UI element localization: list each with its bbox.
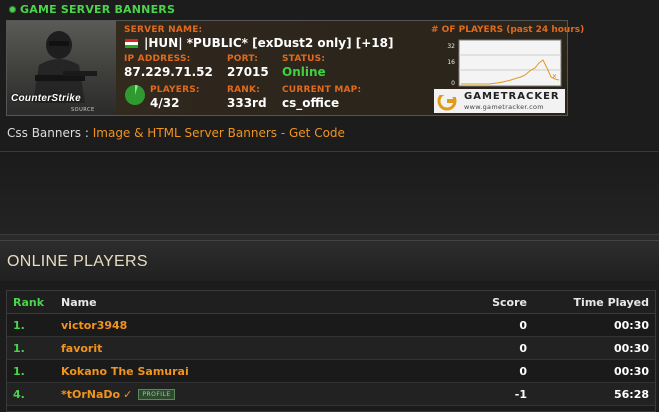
player-rank: 1.: [7, 359, 55, 383]
gametracker-name: GAMETRACKER: [464, 91, 560, 102]
online-players-table-wrap: Rank Name Score Time Played 1. victor394…: [6, 290, 656, 412]
player-time: 00:30: [533, 336, 655, 360]
table-row: 1. favorit 0 00:30: [7, 336, 655, 360]
player-time: 56:28: [533, 382, 655, 406]
table-row: 1. victor3948 0 00:30: [7, 313, 655, 337]
player-name[interactable]: *tOrNaDo: [61, 388, 120, 401]
online-players-header: ONLINE PLAYERS: [0, 240, 659, 281]
game-logo: CounterStrike SOURCE: [7, 21, 116, 115]
column-time-played[interactable]: Time Played: [533, 291, 655, 314]
ip-label: IP ADDRESS:: [124, 54, 191, 64]
game-logo-text: CounterStrike: [11, 93, 82, 104]
server-banners-title-text: GAME SERVER BANNERS: [20, 3, 176, 16]
player-time: 00:30: [533, 359, 655, 383]
bullet-icon: [9, 5, 16, 13]
graph-ytick: 32: [447, 43, 455, 50]
server-name-label: SERVER NAME:: [124, 25, 203, 35]
player-score: 0: [451, 336, 533, 360]
status-value: Online: [282, 65, 326, 79]
player-time: 00:30: [533, 313, 655, 337]
rank-label: RANK:: [227, 85, 261, 95]
graph-current-marker: ×: [552, 73, 557, 80]
online-players-title: ONLINE PLAYERS: [7, 253, 148, 270]
column-score[interactable]: Score: [451, 291, 533, 314]
soldier-icon: [33, 31, 97, 103]
player-score: 0: [451, 359, 533, 383]
server-banner[interactable]: CounterStrike SOURCE SERVER NAME: |HUN| …: [6, 20, 584, 116]
graph-ytick: 0: [451, 80, 455, 87]
rank-value: 333rd: [227, 96, 267, 110]
empty-panel: [0, 152, 659, 235]
online-players-panel: ONLINE PLAYERS Rank Name Score Time Play…: [0, 240, 659, 412]
port-value: 27015: [227, 65, 269, 79]
table-row: 1. Kokano The Samurai 0 00:30: [7, 359, 655, 383]
player-rank: 1.: [7, 336, 55, 360]
gametracker-logo[interactable]: GAMETRACKER www.gametracker.com: [434, 89, 565, 113]
graph-title: # OF PLAYERS (past 24 hours): [431, 25, 585, 35]
player-score: -1: [451, 382, 533, 406]
hungary-flag-icon: [125, 39, 138, 48]
column-name[interactable]: Name: [55, 291, 451, 314]
player-name-cell: *tOrNaDo ✓ PROFILE: [55, 382, 451, 406]
current-map-label: CURRENT MAP:: [282, 85, 362, 95]
players-value: 4/32: [150, 96, 180, 110]
players-graph: 32 16 0 ×: [447, 39, 562, 87]
verified-check-icon: ✓: [123, 387, 133, 401]
server-banners-panel: GAME SERVER BANNERS CounterStrike SOURCE…: [0, 0, 659, 152]
ip-value: 87.229.71.52: [124, 65, 213, 79]
get-code-link[interactable]: Image & HTML Server Banners - Get Code: [93, 126, 345, 140]
graph-ytick: 16: [447, 59, 455, 66]
players-label: PLAYERS:: [150, 85, 200, 95]
game-logo-sub: SOURCE: [71, 107, 95, 113]
table-row: 4. *tOrNaDo ✓ PROFILE -1 56:28: [7, 382, 655, 406]
players-pie-icon: [125, 85, 145, 105]
gametracker-url: www.gametracker.com: [464, 103, 544, 111]
banner-code-line: Css Banners : Image & HTML Server Banner…: [7, 126, 345, 140]
player-rank: 4.: [7, 382, 55, 406]
port-label: PORT:: [227, 54, 259, 64]
player-name[interactable]: favorit: [55, 336, 451, 360]
player-name[interactable]: Kokano The Samurai: [55, 359, 451, 383]
profile-badge[interactable]: PROFILE: [138, 389, 175, 400]
player-score: 0: [451, 313, 533, 337]
server-name: |HUN| *PUBLIC* [exDust2 only] [+18]: [144, 36, 394, 50]
banner-code-prefix: Css Banners :: [7, 126, 93, 140]
status-label: STATUS:: [282, 54, 326, 64]
column-rank[interactable]: Rank: [7, 291, 55, 314]
table-header-row: Rank Name Score Time Played: [7, 291, 655, 314]
current-map-value: cs_office: [282, 96, 340, 110]
online-players-table: Rank Name Score Time Played 1. victor394…: [7, 291, 655, 406]
gametracker-icon: [437, 91, 459, 111]
player-rank: 1.: [7, 313, 55, 337]
player-name[interactable]: victor3948: [55, 313, 451, 337]
server-banners-title: GAME SERVER BANNERS: [9, 2, 175, 17]
